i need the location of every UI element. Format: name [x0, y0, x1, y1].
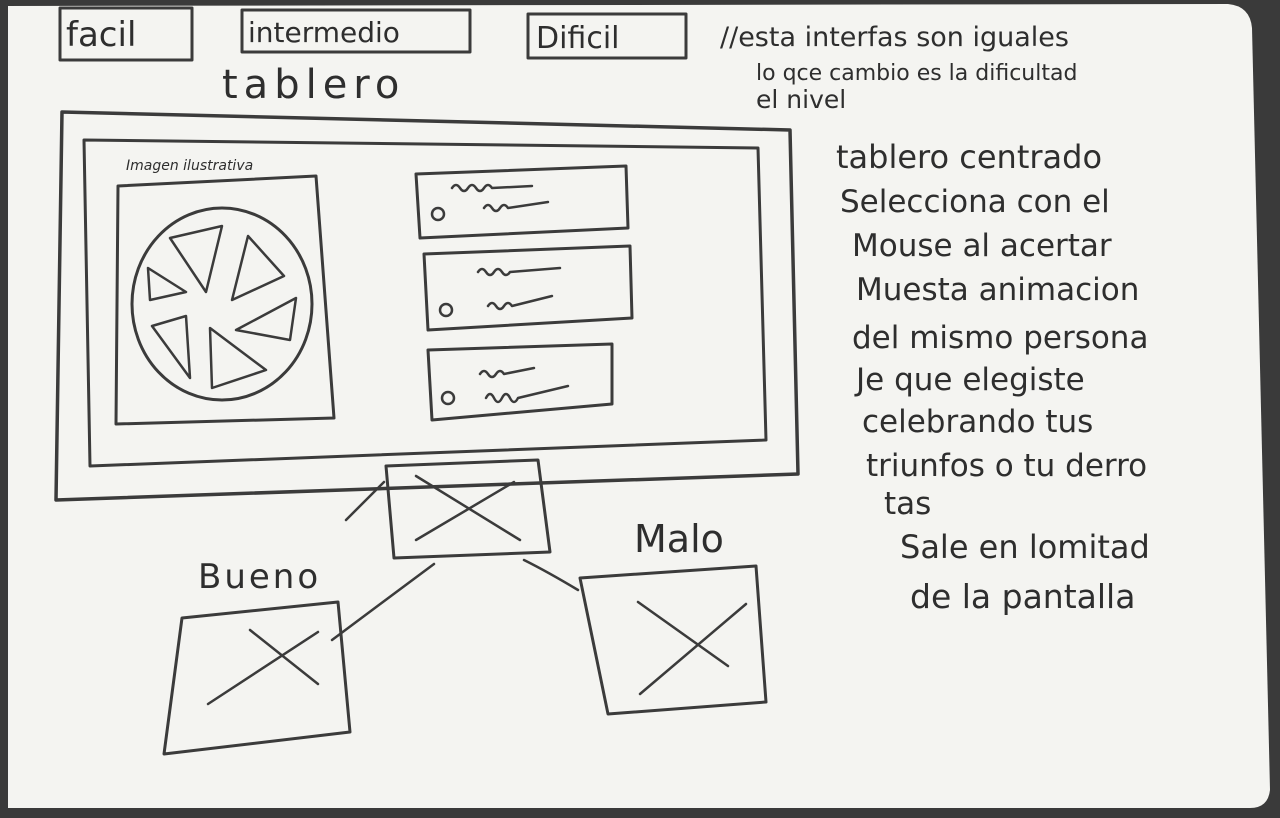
side-note-line: Selecciona con el [840, 184, 1110, 220]
note-line-2: lo qce cambio es la dificultad [756, 61, 1077, 86]
label-good: Bueno [198, 557, 321, 597]
note-line-3: el nivel [756, 85, 846, 114]
side-note-line: Muesta animacion [856, 272, 1139, 308]
note-line-1: //esta interfas son iguales [720, 22, 1069, 53]
side-note-line: triunfos o tu derro [866, 448, 1147, 484]
side-note-line: de la pantalla [910, 577, 1135, 616]
easy-button-label: facil [66, 15, 136, 55]
side-note-line: del mismo persona [852, 320, 1148, 356]
image-label: Imagen ilustrativa [126, 158, 253, 174]
label-bad: Malo [634, 517, 724, 561]
side-note-line: celebrando tus [862, 404, 1093, 440]
side-note-line: Sale en lomitad [900, 528, 1150, 566]
side-note-line: Je que elegiste [854, 362, 1085, 398]
medium-button-label: intermedio [248, 16, 400, 49]
hard-button-label: Dificil [536, 21, 620, 56]
side-note-line: tas [884, 486, 931, 522]
board-title: tablero [222, 62, 405, 108]
side-note-line: tablero centrado [836, 138, 1102, 176]
side-note-line: Mouse al acertar [852, 228, 1112, 264]
whiteboard-photo: facil intermedio Dificil //esta interfas… [0, 0, 1280, 818]
